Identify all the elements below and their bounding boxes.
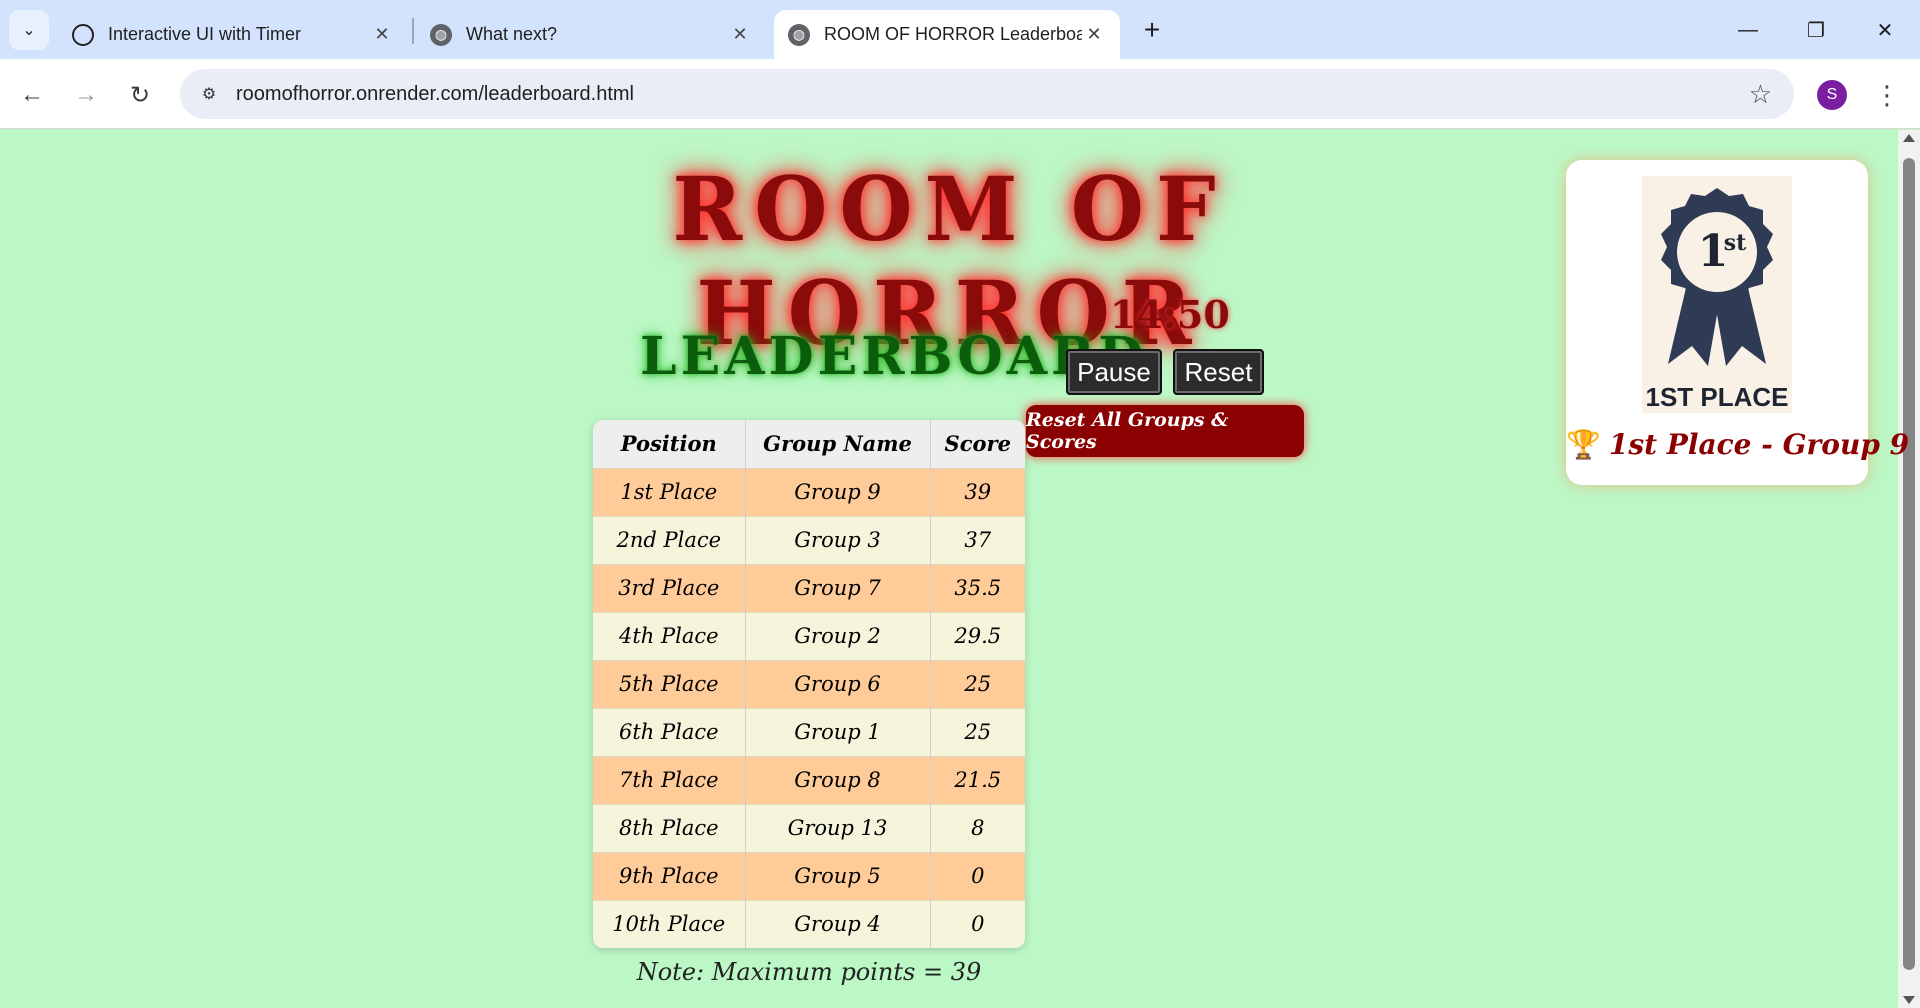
position-cell: 9th Place [593, 851, 746, 900]
chatgpt-icon [72, 23, 94, 46]
site-info-icon[interactable]: ⚙ [192, 77, 226, 111]
table-row: 7th Place Group 8 21.5 [593, 755, 1025, 804]
reset-timer-button[interactable]: Reset [1173, 349, 1264, 395]
winner-announcement: 🏆 1st Place - Group 9 [1566, 428, 1909, 461]
new-tab-button[interactable]: + [1134, 12, 1170, 48]
position-cell: 1st Place [593, 467, 746, 516]
scroll-thumb[interactable] [1903, 158, 1915, 970]
position-cell: 7th Place [593, 755, 746, 804]
close-icon[interactable]: ✕ [1082, 23, 1106, 47]
tab-title: What next? [466, 24, 558, 44]
group-cell: Group 3 [745, 515, 931, 564]
max-points-note: Note: Maximum points = 39 [636, 958, 982, 986]
address-bar[interactable]: ⚙ roomofhorror.onrender.com/leaderboard.… [180, 69, 1794, 119]
column-header-position: Position [593, 420, 746, 468]
table-row: 5th Place Group 6 25 [593, 659, 1025, 708]
arrow-right-icon: → [74, 81, 98, 108]
position-cell: 5th Place [593, 659, 746, 708]
score-cell: 35.5 [930, 563, 1025, 612]
reload-button[interactable]: ↻ [121, 76, 159, 114]
table-row: 3rd Place Group 7 35.5 [593, 563, 1025, 612]
group-cell: Group 4 [745, 899, 931, 948]
score-cell: 21.5 [930, 755, 1025, 804]
table-row: 1st Place Group 9 39 [593, 467, 1025, 516]
group-cell: Group 1 [745, 707, 931, 756]
score-cell: 25 [930, 659, 1025, 708]
bookmark-star-icon[interactable]: ☆ [1749, 79, 1772, 109]
medal-caption: 1ST PLACE [1645, 382, 1788, 412]
column-header-group: Group Name [745, 420, 931, 468]
close-icon[interactable]: ✕ [370, 23, 394, 47]
minimize-icon: — [1738, 18, 1758, 41]
winner-card: 1 st 1ST PLACE 🏆 1st Place - Group 9 [1566, 160, 1909, 485]
first-place-ribbon-icon: 1 st 1ST PLACE [1642, 176, 1792, 413]
tab-strip: ⌄ Interactive UI with Timer ✕ ◍ What nex… [0, 0, 1920, 59]
close-icon[interactable]: ✕ [728, 23, 752, 47]
column-header-score: Score [930, 420, 1025, 468]
table-row: 9th Place Group 5 0 [593, 851, 1025, 900]
score-cell: 8 [930, 803, 1025, 852]
table-header-row: Position Group Name Score [593, 420, 1025, 468]
arrow-left-icon: ← [20, 81, 44, 108]
table-row: 8th Place Group 13 8 [593, 803, 1025, 852]
globe-icon: ◍ [430, 23, 452, 46]
tab-title: Interactive UI with Timer [108, 24, 302, 44]
leaderboard-heading: LEADERBOARD [640, 326, 1148, 387]
back-button[interactable]: ← [13, 76, 51, 114]
countdown-timer: 14:50 [1110, 292, 1230, 337]
score-cell: 37 [930, 515, 1025, 564]
chevron-down-icon: ⌄ [22, 22, 36, 39]
scroll-up-arrow-icon[interactable] [1903, 134, 1915, 142]
group-cell: Group 8 [745, 755, 931, 804]
restore-button[interactable]: ❐ [1794, 8, 1838, 52]
position-cell: 8th Place [593, 803, 746, 852]
tab-room-of-horror[interactable]: ◍ ROOM OF HORROR Leaderboard ✕ [774, 10, 1120, 59]
score-cell: 0 [930, 899, 1025, 948]
tab-what-next[interactable]: ◍ What next? ✕ [416, 10, 766, 59]
group-cell: Group 6 [745, 659, 931, 708]
group-cell: Group 7 [745, 563, 931, 612]
profile-avatar[interactable]: S [1817, 80, 1847, 110]
tab-separator [412, 18, 414, 44]
group-cell: Group 5 [745, 851, 931, 900]
table-row: 2nd Place Group 3 37 [593, 515, 1025, 564]
forward-button[interactable]: → [67, 76, 105, 114]
table-row: 4th Place Group 2 29.5 [593, 611, 1025, 660]
table-row: 10th Place Group 4 0 [593, 899, 1025, 948]
table-row: 6th Place Group 1 25 [593, 707, 1025, 756]
pause-button[interactable]: Pause [1066, 349, 1162, 395]
score-cell: 25 [930, 707, 1025, 756]
position-cell: 4th Place [593, 611, 746, 660]
tab-search-button[interactable]: ⌄ [9, 10, 49, 50]
group-cell: Group 9 [745, 467, 931, 516]
tab-interactive-ui[interactable]: Interactive UI with Timer ✕ [58, 10, 408, 59]
tab-title: ROOM OF HORROR Leaderboard [824, 24, 1082, 44]
trophy-icon: 🏆 [1566, 428, 1601, 461]
close-window-button[interactable]: ✕ [1863, 8, 1907, 52]
position-cell: 10th Place [593, 899, 746, 948]
restore-icon: ❐ [1807, 19, 1825, 42]
reload-icon: ↻ [129, 81, 151, 109]
url-text: roomofhorror.onrender.com/leaderboard.ht… [236, 83, 634, 105]
close-icon: ✕ [1876, 19, 1894, 42]
position-cell: 6th Place [593, 707, 746, 756]
score-cell: 29.5 [930, 611, 1025, 660]
score-cell: 39 [930, 467, 1025, 516]
page-scrollbar[interactable] [1898, 130, 1920, 1008]
group-cell: Group 2 [745, 611, 931, 660]
score-cell: 0 [930, 851, 1025, 900]
minimize-button[interactable]: — [1726, 8, 1770, 52]
medal-suffix: st [1724, 230, 1747, 256]
reset-all-button[interactable]: Reset All Groups & Scores [1026, 405, 1304, 457]
winner-label: 1st Place - Group 9 [1608, 428, 1910, 461]
position-cell: 2nd Place [593, 515, 746, 564]
position-cell: 3rd Place [593, 563, 746, 612]
group-cell: Group 13 [745, 803, 931, 852]
plus-icon: + [1143, 14, 1161, 45]
scroll-down-arrow-icon[interactable] [1903, 996, 1915, 1004]
browser-toolbar: ← → ↻ ⚙ roomofhorror.onrender.com/leader… [0, 59, 1920, 129]
menu-kebab-icon[interactable]: ⋮ [1872, 77, 1902, 113]
globe-icon: ◍ [788, 23, 810, 46]
leaderboard-table: Position Group Name Score 1st Place Grou… [593, 420, 1025, 948]
